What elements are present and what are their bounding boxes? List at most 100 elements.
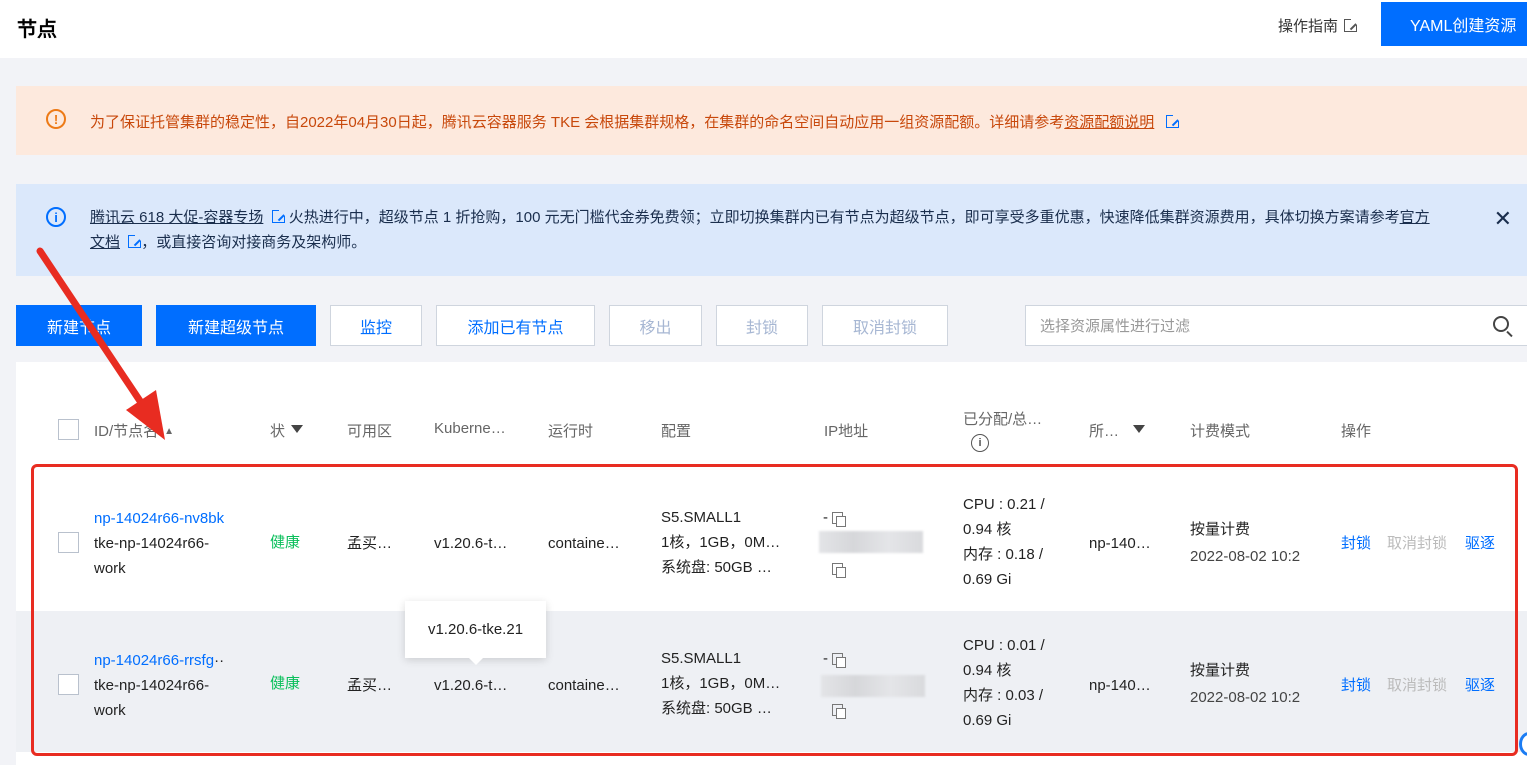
quota-doc-link[interactable]: 资源配额说明 (1064, 114, 1154, 131)
billing-mode: 按量计费 (1190, 662, 1251, 679)
guide-label[interactable]: 操作指南 (1278, 15, 1338, 36)
copy-icon[interactable] (832, 704, 846, 719)
created-time: 2022-08-02 10:2 (1190, 689, 1301, 706)
config-disk: 系统盘: 50GB … (661, 559, 772, 576)
config-type: S5.SMALL1 (661, 509, 742, 526)
column-header-config: 配置 (661, 423, 692, 440)
column-header-allocated: 已分配/总… (963, 411, 1043, 428)
column-header-pool[interactable]: 所… (1089, 420, 1146, 441)
column-label: 状 (270, 423, 286, 440)
node-id-link[interactable]: np-14024r66-rrsfg·· (94, 648, 224, 673)
node-name: tke-np-14024r66- (94, 535, 210, 552)
node-pool-cell: np-140… (1089, 535, 1151, 552)
column-header-id[interactable]: ID/节点名 ▲ (94, 420, 174, 441)
row-checkbox[interactable] (58, 674, 79, 695)
copy-icon[interactable] (832, 512, 846, 527)
memory-total: 0.69 Gi (963, 571, 1012, 588)
drain-action[interactable]: 驱逐 (1465, 531, 1495, 556)
warning-text: 为了保证托管集群的稳定性，自2022年04月30日起，腾讯云容器服务 TKE 会… (90, 110, 1181, 135)
uncordon-button[interactable]: 取消封锁 (822, 305, 948, 346)
warning-icon: ! (46, 109, 66, 129)
copy-icon[interactable] (832, 653, 846, 668)
cpu-total: 0.94 核 (963, 521, 1012, 538)
uncordon-action[interactable]: 取消封锁 (1387, 673, 1447, 698)
external-link-icon (271, 209, 286, 223)
blurred-ip (821, 675, 925, 697)
zone-cell: 孟买… (347, 677, 393, 694)
runtime-cell: containe… (548, 677, 620, 694)
info-circle-icon[interactable]: i (971, 434, 989, 452)
config-disk: 系统盘: 50GB … (661, 700, 772, 717)
status-badge: 健康 (270, 534, 301, 551)
add-existing-node-button[interactable]: 添加已有节点 (436, 305, 595, 346)
memory-allocated: 内存 : 0.03 / (963, 687, 1044, 704)
new-super-node-button[interactable]: 新建超级节点 (156, 305, 316, 346)
node-name-cont: work (94, 560, 126, 577)
copy-icon[interactable] (832, 563, 846, 578)
column-header-zone: 可用区 (347, 423, 393, 440)
cordon-button[interactable]: 封锁 (716, 305, 808, 346)
close-icon[interactable]: ✕ (1494, 206, 1512, 232)
ip-cell: - (823, 646, 846, 671)
info-message: 火热进行中，超级节点 1 折抢购，100 元无门槛代金券免费领；立即切换集群内已… (288, 209, 1400, 226)
column-header-ip: IP地址 (824, 423, 869, 440)
cpu-allocated: CPU : 0.21 / (963, 496, 1045, 513)
config-type: S5.SMALL1 (661, 650, 742, 667)
node-name-cont: work (94, 702, 126, 719)
new-node-button[interactable]: 新建节点 (16, 305, 142, 346)
filter-icon[interactable] (291, 425, 304, 433)
drain-action[interactable]: 驱逐 (1465, 673, 1495, 698)
yaml-create-button[interactable]: YAML创建资源 (1381, 2, 1527, 46)
external-link-icon (128, 234, 143, 248)
search-icon[interactable] (1493, 316, 1509, 332)
page-header: 节点 操作指南 YAML创建资源 (0, 0, 1527, 58)
node-id-text[interactable]: np-14024r66-rrsfg (94, 652, 214, 669)
external-link-icon (1344, 18, 1359, 32)
config-spec: 1核，1GB，0M… (661, 534, 781, 551)
search-box (1025, 305, 1527, 346)
page-title: 节点 (17, 19, 57, 41)
node-id-link[interactable]: np-14024r66-nv8bk (94, 506, 224, 531)
cpu-allocated: CPU : 0.01 / (963, 637, 1045, 654)
cpu-total: 0.94 核 (963, 662, 1012, 679)
toolbar: 新建节点 新建超级节点 监控 添加已有节点 移出 封锁 取消封锁 (16, 305, 1527, 346)
column-header-kubernetes: Kuberne… (434, 420, 506, 437)
select-all-checkbox[interactable] (58, 419, 79, 440)
column-header-status[interactable]: 状 (270, 420, 304, 441)
monitor-button[interactable]: 监控 (330, 305, 422, 346)
kubernetes-version-cell[interactable]: v1.20.6-t… (434, 531, 507, 556)
config-spec: 1核，1GB，0M… (661, 675, 781, 692)
node-pool-cell: np-140… (1089, 677, 1151, 694)
column-header-actions: 操作 (1341, 423, 1372, 440)
remove-button[interactable]: 移出 (609, 305, 702, 346)
column-label: ID/节点名 (94, 423, 159, 440)
promo-link[interactable]: 腾讯云 618 大促-容器专场 (90, 209, 263, 226)
status-badge: 健康 (270, 675, 301, 692)
filter-icon[interactable] (1133, 425, 1146, 433)
ip-dash: - (823, 650, 828, 667)
created-time: 2022-08-02 10:2 (1190, 548, 1301, 565)
blurred-ip (819, 531, 923, 553)
guide-link[interactable]: 操作指南 (1278, 15, 1359, 36)
warning-message: 为了保证托管集群的稳定性，自2022年04月30日起，腾讯云容器服务 TKE 会… (90, 114, 1065, 131)
cordon-action[interactable]: 封锁 (1341, 531, 1371, 556)
ip-dash: - (823, 509, 828, 526)
column-label: 所… (1089, 423, 1120, 440)
runtime-cell: containe… (548, 535, 620, 552)
row-checkbox[interactable] (58, 532, 79, 553)
kubernetes-version-cell[interactable]: v1.20.6-t… (434, 673, 507, 698)
node-name: tke-np-14024r66- (94, 677, 210, 694)
info-text: 腾讯云 618 大促-容器专场 火热进行中，超级节点 1 折抢购，100 元无门… (90, 205, 1430, 255)
zone-cell: 孟买… (347, 535, 393, 552)
sort-icon[interactable]: ▲ (164, 426, 174, 437)
uncordon-action[interactable]: 取消封锁 (1387, 531, 1447, 556)
memory-allocated: 内存 : 0.18 / (963, 546, 1044, 563)
info-message-tail: ，或直接咨询对接商务及架构师。 (141, 234, 367, 251)
info-alert: i 腾讯云 618 大促-容器专场 火热进行中，超级节点 1 折抢购，100 元… (16, 184, 1527, 276)
column-header-billing: 计费模式 (1190, 423, 1251, 440)
warning-alert: ! 为了保证托管集群的稳定性，自2022年04月30日起，腾讯云容器服务 TKE… (16, 86, 1527, 155)
cordon-action[interactable]: 封锁 (1341, 673, 1371, 698)
info-icon: i (46, 207, 66, 227)
search-input[interactable] (1040, 314, 1460, 338)
external-link-icon (1166, 114, 1181, 128)
